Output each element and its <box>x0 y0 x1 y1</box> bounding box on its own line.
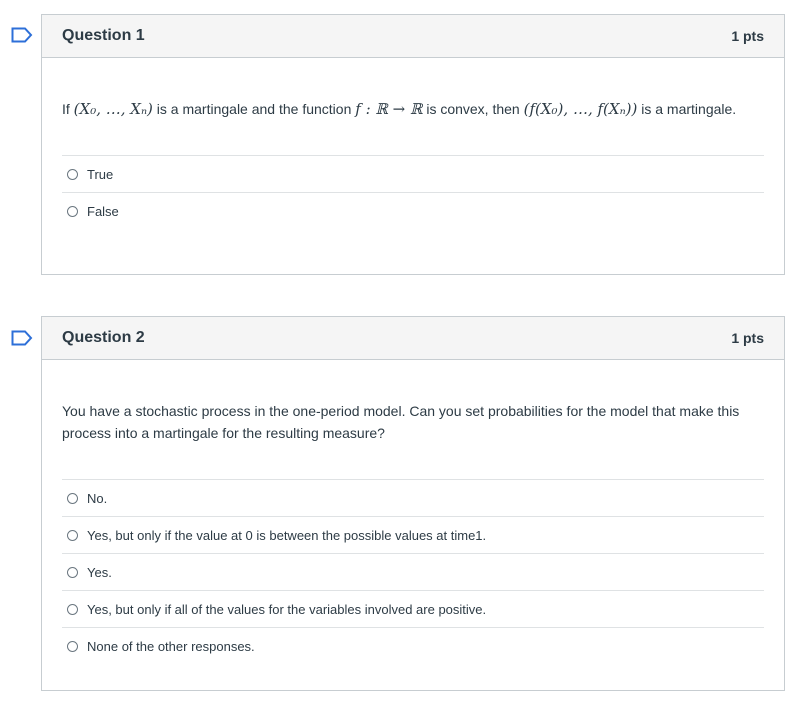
math-expression: f : ℝ → ℝ <box>355 100 423 118</box>
answer-label: Yes, but only if the value at 0 is betwe… <box>87 527 487 543</box>
answer-label: False <box>87 204 119 219</box>
question-header: Question 2 1 pts <box>42 317 784 360</box>
answer-option[interactable]: Yes, but only if all of the values for t… <box>62 591 764 628</box>
answer-option[interactable]: False <box>62 193 764 230</box>
flag-question-icon[interactable] <box>11 27 33 43</box>
question-title: Question 2 <box>62 329 145 346</box>
question-text: You have a stochastic process in the one… <box>62 403 740 441</box>
radio-button[interactable] <box>67 566 78 578</box>
radio-button[interactable] <box>67 641 78 652</box>
answer-label: None of the other responses. <box>87 639 255 654</box>
question-1-card: Question 1 1 pts If (X₀, …, Xₙ) is a mar… <box>41 14 785 275</box>
question-points: 1 pts <box>731 28 764 44</box>
question-header: Question 1 1 pts <box>42 15 784 58</box>
answer-label: Yes. <box>87 564 112 580</box>
math-expression: (X₀, …, Xₙ) <box>73 100 153 118</box>
question-2-card: Question 2 1 pts You have a stochastic p… <box>41 316 785 691</box>
question-text: If (X₀, …, Xₙ) is a martingale and the f… <box>62 100 737 118</box>
radio-button[interactable] <box>67 168 78 180</box>
answer-list: No. Yes, but only if the value at 0 is b… <box>62 479 764 665</box>
answer-option[interactable]: Yes. <box>62 554 764 591</box>
answer-label: No. <box>87 490 108 506</box>
flag-question-icon[interactable] <box>11 330 33 346</box>
answer-option[interactable]: No. <box>62 480 764 517</box>
radio-button[interactable] <box>67 206 78 217</box>
radio-button[interactable] <box>67 492 78 504</box>
radio-button[interactable] <box>67 529 78 541</box>
answer-option[interactable]: True <box>62 156 764 193</box>
answer-list: True False <box>62 155 764 230</box>
question-points: 1 pts <box>731 330 764 346</box>
answer-option[interactable]: None of the other responses. <box>62 628 764 665</box>
answer-label: Yes, but only if all of the values for t… <box>87 601 487 617</box>
answer-label: True <box>87 166 114 182</box>
question-title: Question 1 <box>62 27 145 44</box>
answer-option[interactable]: Yes, but only if the value at 0 is betwe… <box>62 517 764 554</box>
radio-button[interactable] <box>67 603 78 615</box>
math-expression: (f(X₀), …, f(Xₙ)) <box>523 100 638 118</box>
